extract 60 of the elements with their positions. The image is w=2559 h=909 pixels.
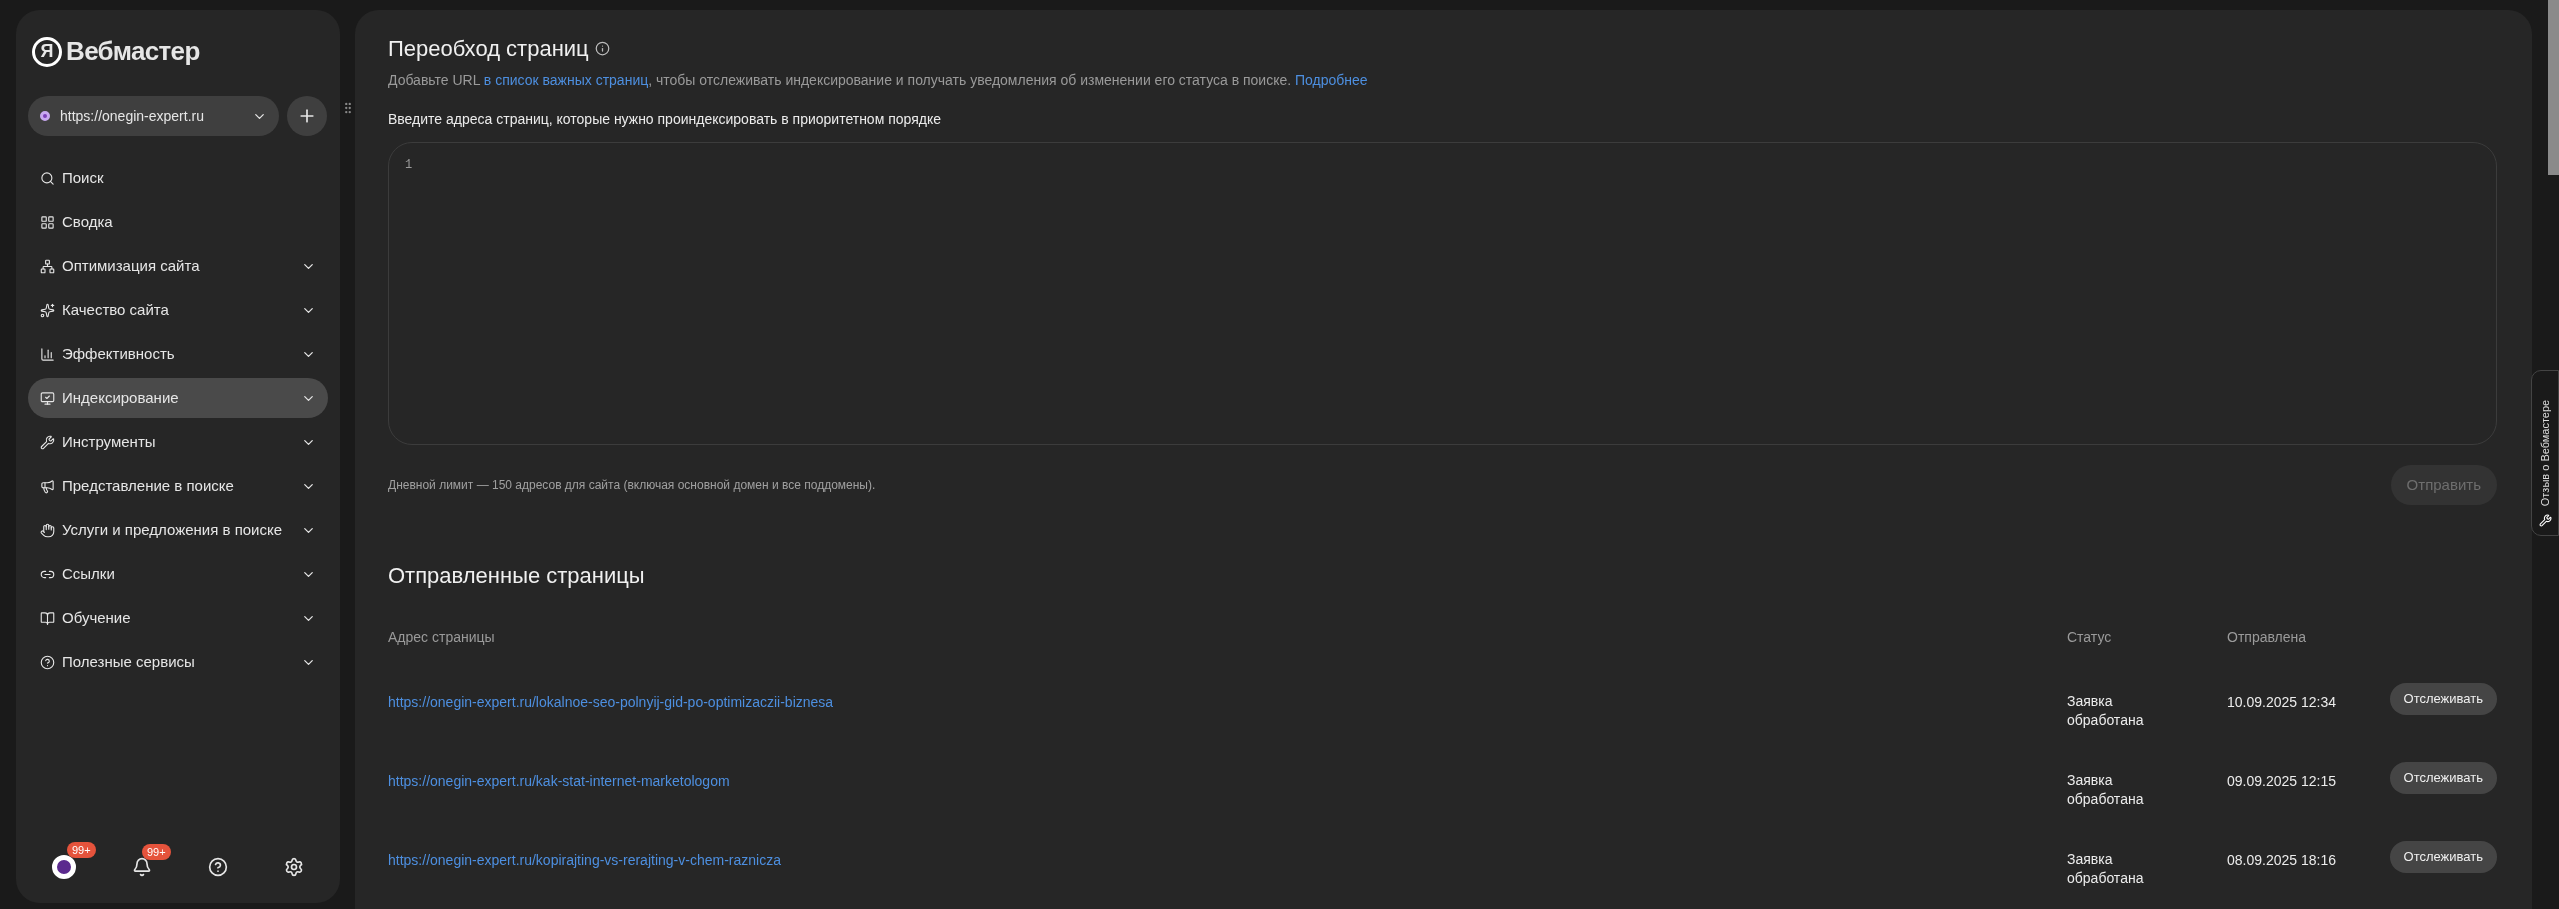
limit-note: Дневной лимит — 150 адресов для сайта (включая основной домен и все поддомены). [388, 477, 876, 494]
column-header: Отправлена [2227, 628, 2308, 647]
add-site-button[interactable] [287, 96, 327, 136]
url-input-field[interactable]: 1 [388, 142, 2497, 445]
track-button[interactable]: Отслеживать [2389, 683, 2497, 715]
sent-date: 09.09.2025 12:15 [2227, 773, 2336, 789]
site-selector[interactable]: https://onegin-expert.ru [28, 96, 279, 136]
nav-item[interactable]: Оптимизация сайта [28, 246, 328, 286]
track-button[interactable]: Отслеживать [2389, 841, 2497, 873]
nav-item[interactable]: Обучение [28, 598, 328, 638]
nav-item[interactable]: Поиск [28, 158, 328, 198]
sent-date: 08.09.2025 18:16 [2227, 852, 2336, 868]
profile-avatar[interactable] [52, 855, 76, 879]
nav-item[interactable]: Эффективность [28, 334, 328, 374]
notification-badge: 99+ [142, 844, 171, 860]
site-favicon-icon [40, 111, 50, 121]
status-text: Заявка обработана [2067, 771, 2145, 809]
grid-icon [40, 214, 55, 230]
sparkle-icon [40, 302, 55, 318]
help-icon[interactable] [208, 857, 228, 877]
sitemap-icon [40, 258, 55, 274]
nav-item[interactable]: Ссылки [28, 554, 328, 594]
feedback-tab[interactable]: Отзыв о Вебмастере [2531, 370, 2559, 536]
nav-item[interactable]: Полезные сервисы [28, 642, 328, 682]
wrench-icon [40, 434, 55, 450]
logo-mark: Я [32, 36, 62, 67]
bell-icon[interactable] [132, 857, 152, 877]
nav-item[interactable]: Представление в поиске [28, 466, 328, 506]
wrench-icon [2538, 514, 2552, 527]
scrollbar[interactable] [2548, 0, 2559, 175]
nav-item[interactable]: Индексирование [28, 378, 328, 418]
nav-item[interactable]: Сводка [28, 202, 328, 242]
status-text: Заявка обработана [2067, 850, 2145, 888]
notification-badge: 99+ [67, 842, 96, 858]
column-header: Адрес страницы [388, 628, 496, 647]
book-icon [40, 610, 55, 626]
line-number: 1 [405, 158, 413, 172]
column-header: Статус [2067, 628, 2113, 647]
bar-chart-icon [40, 346, 55, 362]
page-url-link[interactable]: https://onegin-expert.ru/kak-stat-internet-marketologom [388, 773, 730, 789]
settings-icon[interactable] [284, 857, 304, 877]
megaphone-icon [40, 478, 55, 494]
nav-item[interactable]: Услуги и предложения в поиске [28, 510, 328, 550]
info-icon[interactable] [594, 41, 610, 56]
page-url-link[interactable]: https://onegin-expert.ru/lokalnoe-seo-polnyij-gid-po-optimizaczii-biznesa [388, 694, 834, 710]
hand-icon [40, 522, 55, 538]
nav-item[interactable]: Качество сайта [28, 290, 328, 330]
monitor-icon [40, 390, 55, 406]
input-label: Введите адреса страниц, которые нужно проиндексировать в приоритетном порядке [388, 110, 942, 129]
sent-date: 10.09.2025 12:34 [2227, 694, 2336, 710]
page-url-link[interactable]: https://onegin-expert.ru/kopirajting-vs-rerajting-v-chem-raznicza [388, 852, 781, 868]
section-title: Отправленные страницы [388, 562, 646, 590]
nav-item[interactable]: Инструменты [28, 422, 328, 462]
more-link[interactable]: Подробнее [1295, 72, 1368, 88]
logo-text: Вебмастер [66, 35, 200, 68]
track-button[interactable]: Отслеживать [2389, 762, 2497, 794]
search-icon [40, 170, 55, 186]
page-title: Переобход страниц [388, 35, 589, 63]
status-text: Заявка обработана [2067, 692, 2145, 730]
page-description: Добавьте URL в список важных страниц, чтобы отслеживать индексирование и получать уведомления об изменении его статуса в поиске. Подробнее [388, 71, 1369, 90]
